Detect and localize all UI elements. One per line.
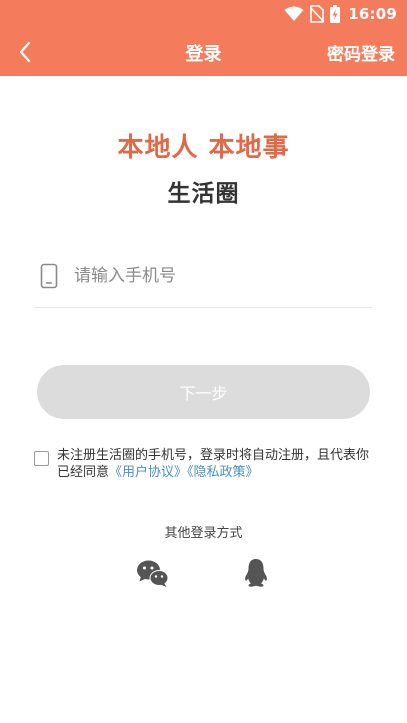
next-button[interactable]: 下一步 <box>37 365 370 419</box>
agreement-checkbox[interactable] <box>34 451 49 466</box>
status-icons: 16:09 <box>284 4 397 24</box>
nav-bar: 登录 密码登录 <box>0 28 407 76</box>
phone-field-row <box>34 253 372 308</box>
wechat-login-button[interactable] <box>136 559 170 589</box>
mobile-phone-icon <box>40 263 58 289</box>
phone-input[interactable] <box>74 261 364 291</box>
qq-login-button[interactable] <box>243 558 269 588</box>
battery-charging-icon <box>330 5 341 23</box>
status-bar: 16:09 <box>0 0 407 28</box>
qq-icon <box>245 559 267 587</box>
user-agreement-link[interactable]: 《用户协议》 <box>109 465 187 480</box>
no-sim-icon <box>310 5 325 23</box>
slogan: 本地人 本地事 <box>117 133 290 163</box>
wifi-icon <box>284 6 304 21</box>
other-login-label: 其他登录方式 <box>164 526 243 541</box>
app-header: 16:09 登录 密码登录 <box>0 0 407 76</box>
agreement: 未注册生活圈的手机号，登录时将自动注册，且代表你已经同意《用户协议》《隐私政策》 <box>34 447 374 481</box>
privacy-policy-link[interactable]: 《隐私政策》 <box>187 465 259 480</box>
password-login-link[interactable]: 密码登录 <box>327 40 395 65</box>
agreement-text: 未注册生活圈的手机号，登录时将自动注册，且代表你已经同意《用户协议》《隐私政策》 <box>57 447 374 481</box>
status-time: 16:09 <box>348 5 397 23</box>
wechat-icon <box>137 560 169 587</box>
brand-name: 生活圈 <box>167 181 240 207</box>
